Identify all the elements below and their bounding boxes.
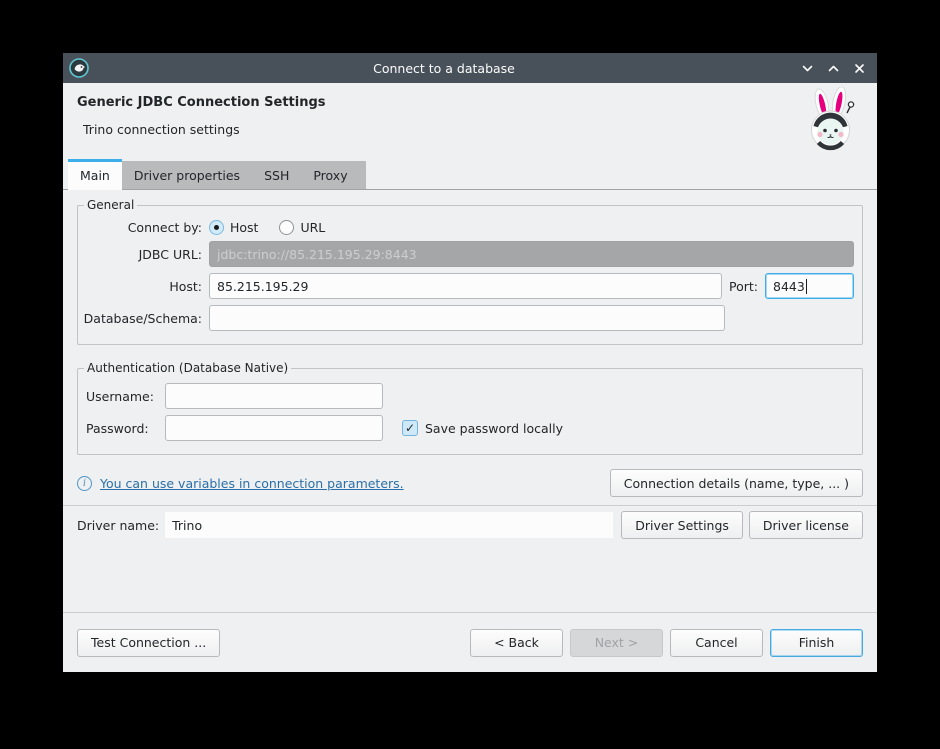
- driver-name-value: Trino: [165, 512, 613, 538]
- maximize-icon[interactable]: [825, 60, 841, 76]
- username-field[interactable]: [165, 383, 383, 409]
- save-password-label: Save password locally: [425, 421, 563, 436]
- window-controls: [799, 60, 867, 76]
- tab-driver-properties[interactable]: Driver properties: [122, 161, 252, 189]
- driver-license-button[interactable]: Driver license: [749, 511, 863, 539]
- finish-button[interactable]: Finish: [770, 629, 863, 657]
- radio-host[interactable]: [209, 220, 224, 235]
- cancel-button[interactable]: Cancel: [670, 629, 763, 657]
- info-icon: i: [77, 476, 92, 491]
- port-field[interactable]: 8443: [765, 273, 854, 299]
- wizard-footer: Test Connection ... < Back Next > Cancel…: [63, 612, 877, 672]
- settings-tabbar: Main Driver properties SSH Proxy: [63, 159, 877, 190]
- radio-host-label: Host: [230, 220, 258, 235]
- authentication-group-legend: Authentication (Database Native): [84, 361, 291, 375]
- close-icon[interactable]: [851, 60, 867, 76]
- connect-by-host-option[interactable]: Host: [209, 220, 258, 235]
- page-title: Generic JDBC Connection Settings: [77, 95, 326, 110]
- info-link-row: i You can use variables in connection pa…: [77, 469, 863, 497]
- general-group: General Connect by: Host URL JDBC URL:: [77, 198, 863, 345]
- trino-bunny-logo-icon: [801, 87, 859, 153]
- tab-content-main: General Connect by: Host URL JDBC URL:: [63, 190, 877, 612]
- general-group-legend: General: [84, 198, 137, 212]
- tab-proxy[interactable]: Proxy: [301, 161, 359, 189]
- window-title: Connect to a database: [89, 61, 799, 76]
- driver-settings-button[interactable]: Driver Settings: [621, 511, 743, 539]
- driver-row: Driver name: Trino Driver Settings Drive…: [63, 506, 877, 539]
- test-connection-button[interactable]: Test Connection ...: [77, 629, 220, 657]
- authentication-group: Authentication (Database Native) Usernam…: [77, 361, 863, 455]
- back-button[interactable]: < Back: [470, 629, 563, 657]
- port-label: Port:: [729, 279, 758, 294]
- radio-url[interactable]: [279, 220, 294, 235]
- page-subtitle: Trino connection settings: [83, 122, 326, 137]
- jdbc-url-label: JDBC URL:: [82, 247, 202, 262]
- username-label: Username:: [86, 389, 158, 404]
- radio-url-label: URL: [300, 220, 325, 235]
- minimize-icon[interactable]: [799, 60, 815, 76]
- inactive-tab-group: Driver properties SSH Proxy: [122, 161, 366, 189]
- variables-link[interactable]: You can use variables in connection para…: [100, 476, 404, 491]
- driver-name-label: Driver name:: [77, 518, 159, 533]
- database-schema-label: Database/Schema:: [82, 311, 202, 326]
- database-schema-field[interactable]: [209, 305, 725, 331]
- connect-by-label: Connect by:: [82, 220, 202, 235]
- save-password-checkbox[interactable]: ✓: [402, 420, 418, 436]
- host-label: Host:: [82, 279, 202, 294]
- dbeaver-app-icon: [69, 58, 89, 78]
- tab-main[interactable]: Main: [68, 159, 122, 190]
- host-field[interactable]: [209, 273, 722, 299]
- connect-by-url-option[interactable]: URL: [279, 220, 325, 235]
- password-label: Password:: [86, 421, 158, 436]
- tab-ssh[interactable]: SSH: [252, 161, 301, 189]
- text-caret: [806, 279, 807, 294]
- connection-details-button[interactable]: Connection details (name, type, ... ): [610, 469, 863, 497]
- dialog-header: Generic JDBC Connection Settings Trino c…: [63, 83, 877, 159]
- desktop-background: Connect to a database Generic JDBC Conne…: [0, 0, 940, 749]
- password-field[interactable]: [165, 415, 383, 441]
- port-value: 8443: [773, 279, 805, 294]
- connect-database-dialog: Connect to a database Generic JDBC Conne…: [63, 53, 877, 672]
- save-password-option[interactable]: ✓ Save password locally: [402, 420, 563, 436]
- titlebar[interactable]: Connect to a database: [63, 53, 877, 83]
- next-button: Next >: [570, 629, 663, 657]
- jdbc-url-field: [209, 241, 854, 267]
